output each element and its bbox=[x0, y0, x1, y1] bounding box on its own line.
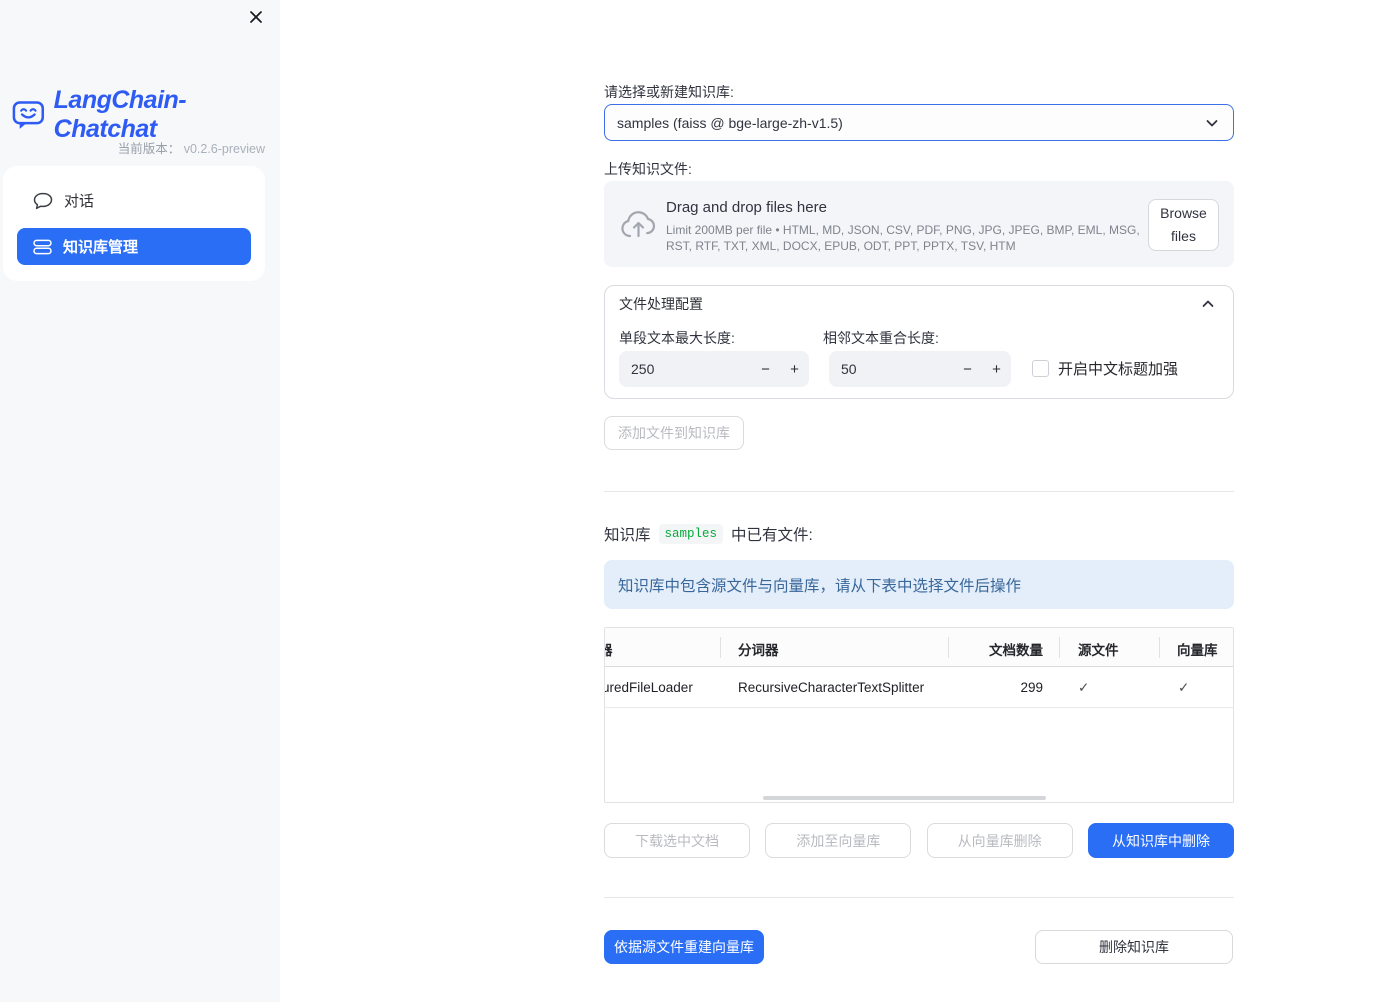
checkbox-box bbox=[1032, 360, 1049, 377]
chunk-size-label: 单段文本最大长度: bbox=[619, 330, 735, 346]
kb-name-code: samples bbox=[658, 524, 724, 544]
header-splitter: 分词器 bbox=[738, 643, 779, 658]
table-action-buttons: 下载选中文档 添加至向量库 从向量库删除 从知识库中删除 bbox=[604, 823, 1234, 858]
expander-title: 文件处理配置 bbox=[619, 296, 703, 312]
kb-select-label: 请选择或新建知识库: bbox=[604, 84, 734, 100]
header-doc-count: 文档数量 bbox=[989, 643, 1043, 658]
column-separator bbox=[720, 637, 721, 658]
version-line: 当前版本： v0.2.6-preview bbox=[118, 138, 265, 157]
clipped-loader-header: 器 bbox=[605, 639, 613, 659]
sidebar-item-dialogue[interactable]: 对话 bbox=[17, 182, 251, 219]
cell-vector-check: ✓ bbox=[1178, 680, 1190, 695]
file-dropzone[interactable]: Drag and drop files here Limit 200MB per… bbox=[604, 181, 1234, 267]
app-screen: LangChain-Chatchat 当前版本： v0.2.6-preview … bbox=[0, 0, 1380, 1002]
chat-bubble-icon bbox=[33, 192, 53, 209]
table-header-row: 器 分词器 文档数量 源文件 向量库 bbox=[605, 628, 1233, 667]
version-value: v0.2.6-preview bbox=[183, 142, 265, 156]
kb-files-table: 器 分词器 文档数量 源文件 向量库 uredFileLoader Recurs… bbox=[604, 627, 1234, 803]
column-separator bbox=[1059, 637, 1060, 658]
download-selected-button[interactable]: 下载选中文档 bbox=[604, 823, 750, 858]
add-files-to-kb-button[interactable]: 添加文件到知识库 bbox=[604, 416, 744, 450]
chunk-size-value: 250 bbox=[631, 361, 655, 377]
decrement-button[interactable]: − bbox=[953, 361, 982, 378]
cell-source-check: ✓ bbox=[1078, 680, 1090, 695]
file-config-expander: 文件处理配置 单段文本最大长度: 相邻文本重合长度: 250 − + 50 − … bbox=[604, 285, 1234, 399]
divider bbox=[604, 897, 1234, 898]
chevron-up-icon bbox=[1202, 300, 1214, 307]
sidebar-nav-card: 对话 知识库管理 bbox=[3, 166, 265, 281]
chunk-overlap-value: 50 bbox=[841, 361, 857, 377]
sidebar-close-button[interactable] bbox=[244, 5, 268, 29]
chunk-overlap-input[interactable]: 50 − + bbox=[829, 351, 1011, 387]
version-label: 当前版本： bbox=[117, 142, 181, 156]
kb-files-prefix: 知识库 bbox=[604, 527, 651, 544]
header-source-file: 源文件 bbox=[1078, 643, 1119, 658]
sidebar-item-knowledge-base[interactable]: 知识库管理 bbox=[17, 228, 251, 265]
sidebar-item-label: 知识库管理 bbox=[63, 239, 139, 256]
sidebar-item-label: 对话 bbox=[64, 193, 95, 210]
table-horizontal-scrollbar[interactable] bbox=[763, 796, 1046, 800]
cell-loader-clipped: uredFileLoader bbox=[604, 680, 693, 695]
stacked-list-icon bbox=[33, 239, 52, 254]
upload-label: 上传知识文件: bbox=[604, 161, 692, 177]
kb-selectbox-value: samples (faiss @ bge-large-zh-v1.5) bbox=[617, 114, 843, 131]
rebuild-vector-store-button[interactable]: 依据源文件重建向量库 bbox=[604, 930, 764, 964]
increment-button[interactable]: + bbox=[982, 361, 1011, 378]
close-icon bbox=[250, 11, 262, 23]
delete-kb-button[interactable]: 删除知识库 bbox=[1035, 930, 1233, 964]
delete-from-vector-store-button[interactable]: 从向量库删除 bbox=[926, 823, 1073, 858]
table-row[interactable]: uredFileLoader RecursiveCharacterTextSpl… bbox=[605, 667, 1233, 708]
chatchat-logo-icon bbox=[12, 101, 45, 129]
info-banner: 知识库中包含源文件与向量库，请从下表中选择文件后操作 bbox=[604, 560, 1234, 609]
zh-title-enhance-checkbox[interactable]: 开启中文标题加强 bbox=[1032, 358, 1178, 379]
kb-selectbox[interactable]: samples (faiss @ bge-large-zh-v1.5) bbox=[604, 104, 1234, 141]
sidebar: LangChain-Chatchat 当前版本： v0.2.6-preview … bbox=[0, 0, 280, 1002]
kb-files-suffix: 中已有文件: bbox=[731, 527, 813, 544]
add-to-vector-store-button[interactable]: 添加至向量库 bbox=[765, 823, 912, 858]
decrement-button[interactable]: − bbox=[751, 361, 780, 378]
delete-from-kb-button[interactable]: 从知识库中删除 bbox=[1087, 823, 1234, 858]
column-separator bbox=[1159, 637, 1160, 658]
browse-files-button[interactable]: Browse files bbox=[1148, 199, 1219, 251]
chunk-overlap-label: 相邻文本重合长度: bbox=[823, 330, 939, 346]
cell-doc-count: 299 bbox=[1020, 680, 1043, 695]
divider bbox=[604, 491, 1234, 492]
expander-header[interactable]: 文件处理配置 bbox=[605, 286, 1233, 322]
logo-title: LangChain-Chatchat bbox=[53, 86, 187, 143]
increment-button[interactable]: + bbox=[780, 361, 809, 378]
cloud-upload-icon bbox=[621, 211, 656, 238]
app-logo: LangChain-Chatchat bbox=[12, 86, 280, 144]
dropzone-hint: Limit 200MB per file • HTML, MD, JSON, C… bbox=[666, 223, 1140, 253]
kb-files-heading: 知识库 samples 中已有文件: bbox=[604, 523, 813, 545]
checkbox-label: 开启中文标题加强 bbox=[1058, 361, 1179, 378]
dropzone-title: Drag and drop files here bbox=[666, 199, 827, 216]
chunk-size-input[interactable]: 250 − + bbox=[619, 351, 809, 387]
chevron-down-icon bbox=[1206, 119, 1218, 126]
cell-splitter: RecursiveCharacterTextSplitter bbox=[738, 680, 925, 695]
header-vector-store: 向量库 bbox=[1177, 643, 1218, 658]
